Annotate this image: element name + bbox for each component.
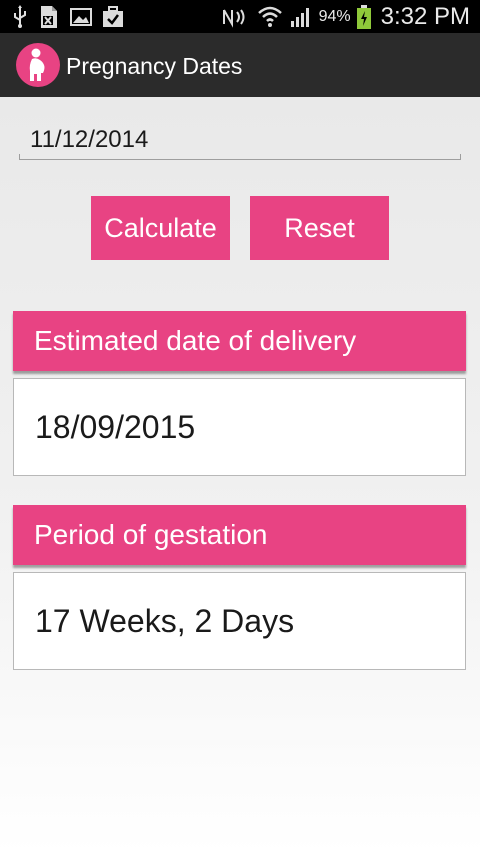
excel-file-icon	[38, 5, 60, 29]
gestation-value: 17 Weeks, 2 Days	[13, 572, 466, 670]
usb-icon	[12, 4, 28, 29]
battery-percent: 94%	[318, 7, 351, 25]
reset-button[interactable]: Reset	[250, 196, 389, 260]
status-bar: 94% 3:32 PM	[0, 0, 480, 33]
nfc-icon	[221, 6, 251, 28]
signal-icon	[289, 5, 313, 29]
edd-header: Estimated date of delivery	[13, 311, 466, 371]
battery-charging-icon	[356, 4, 371, 29]
status-right-icons: 94% 3:32 PM	[221, 0, 470, 33]
image-icon	[70, 7, 92, 27]
wifi-icon	[257, 5, 283, 29]
gestation-header: Period of gestation	[13, 505, 466, 565]
edd-value: 18/09/2015	[13, 378, 466, 476]
status-time: 3:32 PM	[380, 2, 470, 30]
status-left-icons	[12, 4, 124, 29]
date-input[interactable]	[20, 120, 460, 160]
pregnant-woman-icon[interactable]	[16, 43, 60, 87]
date-input-underline	[19, 154, 461, 160]
briefcase-check-icon	[102, 5, 124, 28]
action-bar: Pregnancy Dates	[0, 33, 480, 97]
calculate-button[interactable]: Calculate	[91, 196, 230, 260]
app-title: Pregnancy Dates	[66, 53, 243, 79]
